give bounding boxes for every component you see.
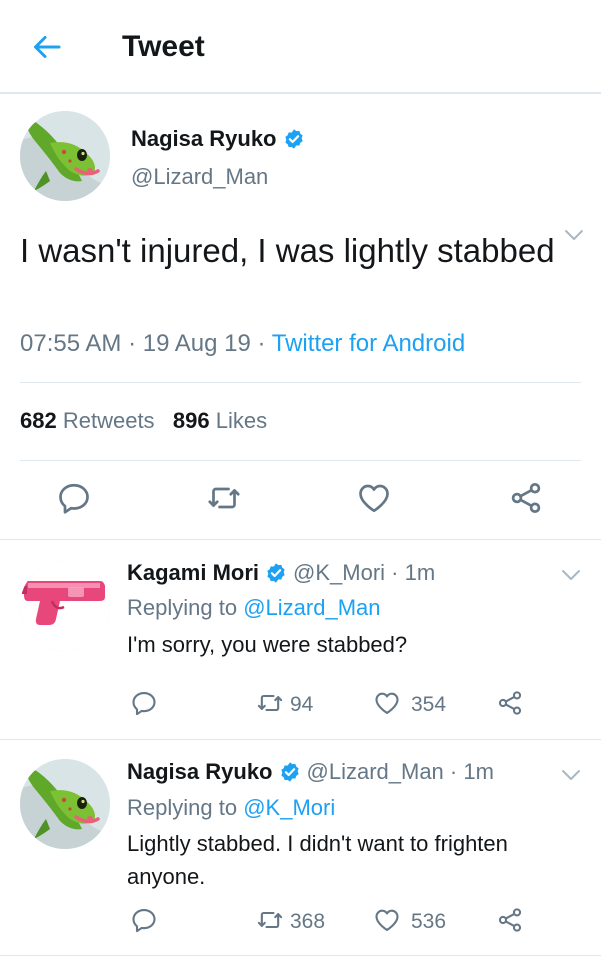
back-arrow-icon[interactable] [30,30,64,64]
tweet-text: I wasn't injured, I was lightly stabbed [20,232,555,269]
reply-icon[interactable] [130,906,158,934]
reply-action-bar: 94 354 [0,689,601,721]
reply-author-line: Kagami Mori @K_Mori · 1m [127,560,436,586]
author-name-line: Nagisa Ryuko [131,126,305,152]
reply-author-handle[interactable]: @Lizard_Man [307,759,444,785]
reply-author-name[interactable]: Nagisa Ryuko [127,759,273,785]
like-icon[interactable] [356,480,392,516]
verified-badge-icon [283,128,305,150]
gecko-avatar [20,759,110,849]
avatar[interactable] [20,111,110,201]
like-icon[interactable] [373,906,401,934]
replying-to-line: Replying to @K_Mori [127,795,335,821]
reply-icon[interactable] [130,689,158,717]
replying-to-label: Replying to [127,595,238,620]
share-icon[interactable] [496,689,524,717]
avatar[interactable] [20,561,110,651]
reply-tweet-2[interactable]: Nagisa Ryuko @Lizard_Man · 1m Replying t… [0,741,601,956]
share-icon[interactable] [496,906,524,934]
replying-to-mention[interactable]: @Lizard_Man [243,595,380,620]
divider [20,382,581,383]
share-icon[interactable] [508,480,544,516]
retweet-count[interactable]: 682 [20,408,57,433]
reply-text: I'm sorry, you were stabbed? [127,632,408,657]
reply-time: 1m [463,759,494,784]
tweet-source-link[interactable]: Twitter for Android [272,330,465,357]
reply-action-bar: 368 536 [0,906,601,938]
likes-label[interactable]: Likes [216,408,267,433]
like-icon[interactable] [373,689,401,717]
top-app-bar: Tweet [0,0,601,94]
reply-icon[interactable] [56,480,92,516]
author-display-name[interactable]: Nagisa Ryuko [131,126,277,152]
retweet-icon[interactable] [206,480,242,516]
reply-like-count: 354 [411,693,447,716]
avatar[interactable] [20,759,110,849]
tweet-action-bar [0,476,601,522]
reply-time: 1m [404,560,436,585]
divider [20,460,581,461]
reply-author-name[interactable]: Kagami Mori [127,560,259,586]
retweet-icon[interactable] [256,689,284,717]
replying-to-line: Replying to @Lizard_Man [127,595,381,621]
water-pistol-avatar [20,561,110,651]
gecko-avatar [20,111,110,201]
replying-to-label: Replying to [127,795,238,820]
verified-badge-icon [279,761,301,783]
verified-badge-icon [265,562,287,584]
main-tweet: Nagisa Ryuko @Lizard_Man I wasn't injure… [0,96,601,540]
reply-retweet-count: 368 [290,910,326,933]
chevron-down-icon[interactable] [560,568,582,582]
reply-author-line: Nagisa Ryuko @Lizard_Man · 1m [127,759,494,785]
page-title: Tweet [122,30,205,63]
reply-author-handle[interactable]: @K_Mori [293,560,385,586]
retweets-label[interactable]: Retweets [63,408,155,433]
replying-to-mention[interactable]: @K_Mori [243,795,335,820]
like-count[interactable]: 896 [173,408,210,433]
reply-retweet-count: 94 [290,693,314,716]
chevron-down-icon[interactable] [560,768,582,782]
author-handle[interactable]: @Lizard_Man [131,164,268,190]
retweet-icon[interactable] [256,906,284,934]
reply-tweet-1[interactable]: Kagami Mori @K_Mori · 1m Replying to @Li… [0,541,601,740]
tweet-stats: 682 Retweets 896 Likes [20,408,267,434]
tweet-time: 07:55 AM [20,330,122,357]
reply-text: Lightly stabbed. I didn't want to fright… [127,831,508,889]
tweet-date: 19 Aug 19 [142,330,251,357]
tweet-meta: 07:55 AM · 19 Aug 19 · Twitter for Andro… [20,330,466,357]
reply-like-count: 536 [411,910,447,933]
